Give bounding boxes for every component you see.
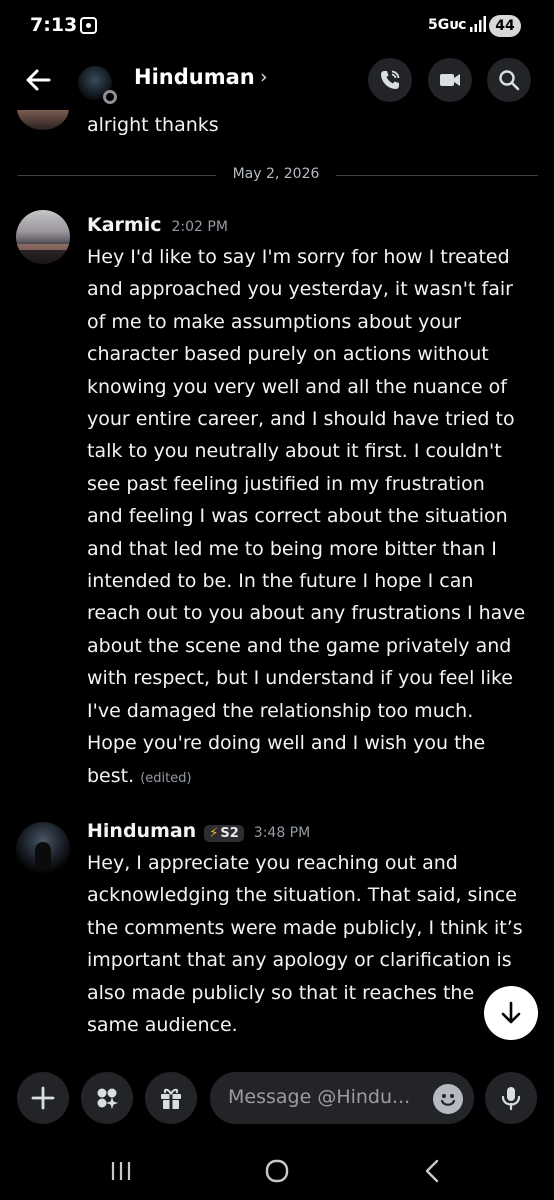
date-divider-label: May 2, 2026 — [232, 166, 320, 182]
arrow-down-icon — [501, 1001, 521, 1024]
message-timestamp: 2:02 PM — [171, 219, 228, 235]
message-header: Karmic 2:02 PM — [87, 214, 228, 236]
role-badge-label: S2 — [220, 826, 239, 841]
message-line: and feeling I was correct about the situ… — [87, 505, 508, 528]
screen-record-icon — [80, 17, 97, 34]
apps-icon — [97, 1088, 118, 1109]
message-line: important that any apology or clarificat… — [87, 949, 512, 972]
plus-icon — [31, 1086, 55, 1110]
emoji-button[interactable] — [433, 1084, 463, 1114]
role-badge[interactable]: ⚡ S2 — [204, 825, 244, 842]
message-author[interactable]: Karmic — [87, 214, 162, 236]
avatar[interactable] — [16, 210, 70, 264]
lightning-icon: ⚡ — [209, 826, 219, 841]
divider-line — [18, 175, 216, 176]
recents-icon[interactable] — [106, 1156, 136, 1186]
message-line-last: best. (edited) — [87, 760, 539, 795]
voice-call-button[interactable] — [368, 58, 412, 102]
signal-strength-icon — [470, 16, 486, 32]
channel-name[interactable]: Hinduman — [134, 65, 255, 89]
message-line: intended to be. In the future I hope I c… — [87, 570, 474, 593]
add-attachment-button[interactable] — [17, 1072, 69, 1124]
message-line: also made publicly so that it reaches th… — [87, 981, 475, 1004]
message-content[interactable]: Hey I'd like to say I'm sorry for how I … — [87, 241, 539, 795]
battery-level: 44 — [489, 15, 521, 37]
avatar[interactable] — [16, 822, 70, 876]
message-line: the comments were made publicly, I think… — [87, 916, 523, 939]
offline-status-icon — [103, 90, 117, 104]
video-call-button[interactable] — [428, 58, 472, 102]
video-camera-icon — [440, 74, 460, 86]
previous-message-text: alright thanks — [87, 114, 219, 136]
message-line: same audience. — [87, 1014, 238, 1037]
back-arrow-icon[interactable] — [22, 64, 54, 96]
message-line: I've damaged the relationship too much. — [87, 699, 474, 722]
system-navigation-bar — [0, 1142, 554, 1200]
avatar[interactable] — [17, 110, 69, 130]
message-author[interactable]: Hinduman — [87, 820, 196, 842]
message-line: see past feeling justified in my frustra… — [87, 472, 485, 495]
message-line: of me to make assumptions about your — [87, 310, 461, 333]
status-bar: 7:13 5Gᴜᴄ 44 — [0, 0, 554, 52]
message-line: your entire career, and I should have tr… — [87, 408, 515, 431]
message-line: talk to you neutrally about it first. I … — [87, 440, 502, 463]
network-type: 5Gᴜᴄ — [428, 17, 467, 33]
message-header: Hinduman ⚡ S2 3:48 PM — [87, 820, 310, 842]
composer-bar: Message @Hindu... — [0, 1058, 554, 1142]
gift-button[interactable] — [145, 1072, 197, 1124]
message-line: character based purely on actions withou… — [87, 343, 489, 366]
message-line: Hey I'd like to say I'm sorry for how I … — [87, 246, 510, 268]
message-line: and approached you yesterday, it wasn't … — [87, 278, 513, 301]
message-line: reach out to you about any frustrations … — [87, 602, 526, 625]
message-line: and that led me to being more bitter tha… — [87, 537, 497, 560]
message-content[interactable]: Hey, I appreciate you reaching out and a… — [87, 847, 539, 1041]
message-timestamp: 3:48 PM — [253, 825, 311, 841]
message-input-placeholder: Message @Hindu... — [228, 1086, 411, 1108]
date-divider: May 2, 2026 — [18, 166, 538, 186]
message-line: about the scene and the game privately a… — [87, 634, 512, 657]
gift-icon — [161, 1088, 181, 1109]
search-button[interactable] — [487, 58, 531, 102]
back-icon[interactable] — [418, 1156, 448, 1186]
message-line: with respect, but I understand if you fe… — [87, 667, 513, 690]
edited-label: (edited) — [140, 770, 192, 786]
microphone-icon — [501, 1087, 521, 1111]
divider-line — [336, 175, 538, 176]
search-icon — [499, 70, 520, 91]
message-line-text: best. — [87, 764, 135, 787]
message-line: Hope you're doing well and I wish you th… — [87, 732, 486, 755]
message-list[interactable]: alright thanks May 2, 2026 Karmic 2:02 P… — [0, 110, 554, 1056]
smile-icon — [440, 1094, 456, 1106]
status-time: 7:13 — [30, 14, 78, 36]
chat-header: Hinduman › — [0, 52, 554, 110]
message-line: Hey, I appreciate you reaching out and — [87, 852, 458, 874]
home-icon[interactable] — [262, 1156, 292, 1186]
message-line: knowing you very well and all the nuance… — [87, 375, 507, 398]
voice-message-button[interactable] — [485, 1072, 537, 1124]
jump-to-latest-button[interactable] — [484, 986, 538, 1040]
apps-button[interactable] — [81, 1072, 133, 1124]
chevron-right-icon[interactable]: › — [260, 66, 268, 88]
message-line: acknowledging the situation. That said, … — [87, 884, 517, 907]
message-input[interactable]: Message @Hindu... — [210, 1072, 474, 1124]
phone-call-icon — [381, 70, 400, 89]
